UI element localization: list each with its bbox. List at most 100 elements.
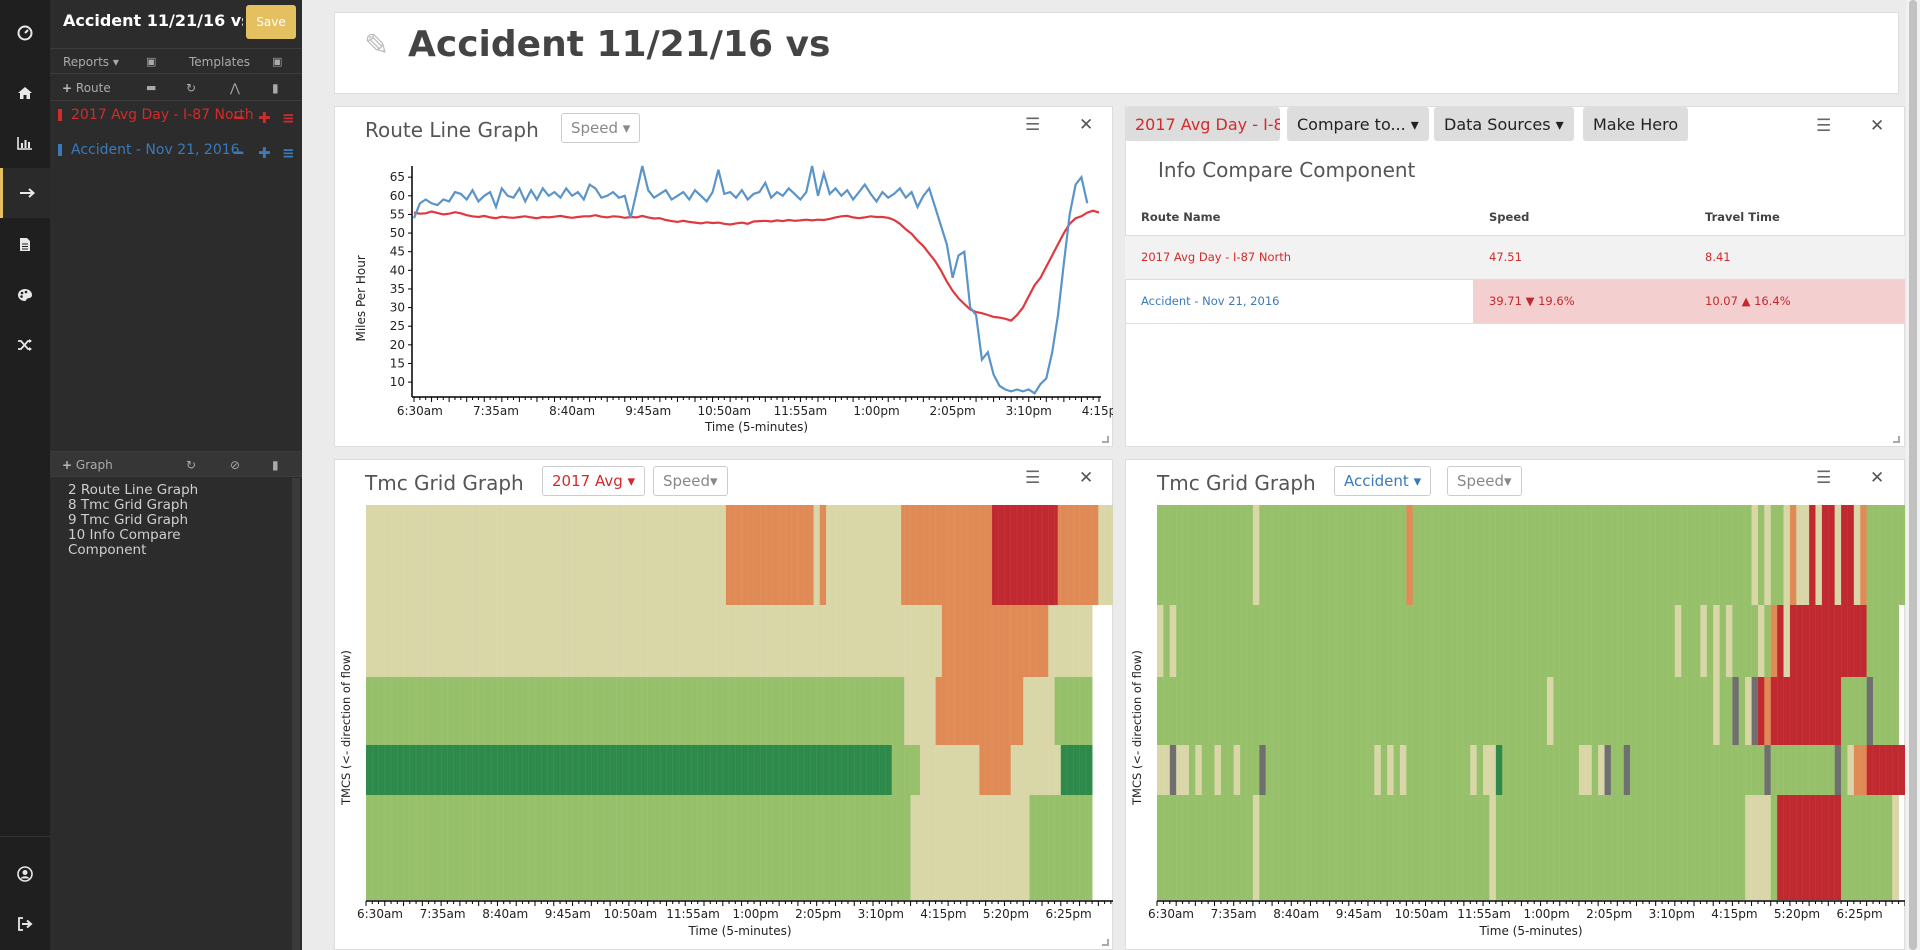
heatmap-cell	[1706, 605, 1714, 677]
panel-menu-icon[interactable]: ☰	[1816, 468, 1831, 488]
templates-menu[interactable]: Templates	[189, 55, 250, 69]
heatmap-cell	[1674, 605, 1682, 677]
save-button[interactable]: Save	[246, 5, 296, 39]
y-axis-label: TMCS (<- direction of flow)	[339, 650, 353, 806]
heatmap-cell	[1023, 677, 1055, 745]
table-row[interactable]: Accident - Nov 21, 2016 39.71 ▼ 19.6% 10…	[1125, 279, 1905, 324]
save-template-icon[interactable]: ▣	[272, 55, 282, 68]
close-icon[interactable]: ✕	[1079, 115, 1093, 135]
sign-out-icon[interactable]	[0, 899, 50, 949]
heatmap-cell	[1770, 795, 1778, 900]
remove-route-icon[interactable]: ━	[234, 144, 243, 162]
y-tick-label: 10	[390, 375, 405, 389]
heatmap-cell	[1834, 745, 1842, 795]
heatmap-cell	[1777, 605, 1784, 677]
x-tick-label: 10:50am	[697, 404, 751, 418]
heatmap-cell	[1623, 745, 1631, 795]
travel-time-cell: 10.07 ▲ 16.4%	[1689, 279, 1905, 324]
page-title[interactable]: Accident 11/21/16 vs AvgDay	[408, 24, 840, 65]
trash-icon[interactable]: ▮	[272, 458, 279, 472]
metric-dropdown[interactable]: Speed▾	[653, 466, 728, 496]
x-axis-label: Time (5-minutes)	[704, 420, 808, 434]
data-sources-dropdown[interactable]: Data Sources ▾	[1434, 107, 1574, 141]
graph-list-item[interactable]: 8 Tmc Grid Graph	[68, 498, 198, 513]
route-dropdown[interactable]: 2017 Avg ▾	[542, 466, 646, 496]
metric-dropdown[interactable]: Speed ▾	[561, 113, 641, 143]
info-compare-title: Info Compare Component	[1158, 158, 1416, 182]
trash-icon[interactable]: ▮	[272, 81, 279, 95]
metric-dropdown[interactable]: Speed▾	[1447, 466, 1522, 496]
palette-icon[interactable]	[0, 270, 50, 320]
reports-menu[interactable]: Reports ▾	[63, 55, 119, 69]
shuffle-icon[interactable]	[0, 320, 50, 370]
route-name[interactable]: Accident - Nov 21, 2016	[71, 142, 240, 158]
eye-slash-icon[interactable]: ⊘	[230, 458, 240, 472]
graph-list-item[interactable]: 2 Route Line Graph	[68, 483, 198, 498]
panel-menu-icon[interactable]: ☰	[1025, 468, 1040, 488]
heatmap-cell	[1751, 505, 1759, 605]
add-route-icon[interactable]: ✚	[258, 109, 271, 127]
route-tab[interactable]: 2017 Avg Day - I-87 North	[1125, 107, 1280, 141]
save-report-icon[interactable]: ▣	[146, 55, 156, 68]
heatmap-cell	[904, 677, 937, 745]
route-menu-icon[interactable]: ≡	[282, 109, 295, 127]
heatmap-cell	[1770, 605, 1778, 677]
x-tick-label: 11:55am	[774, 404, 828, 418]
graph-list-item[interactable]: 10 Info Compare Component	[68, 528, 198, 558]
add-route-icon[interactable]: ✚	[258, 144, 271, 162]
arrow-right-icon[interactable]	[0, 168, 50, 218]
x-tick-label: 6:25pm	[1045, 907, 1091, 921]
close-icon[interactable]: ✕	[1870, 116, 1884, 136]
remove-route-icon[interactable]: ━	[234, 109, 243, 127]
refresh-icon[interactable]: ↻	[186, 81, 196, 95]
route-name-cell: 2017 Avg Day - I-87 North	[1125, 235, 1473, 280]
heatmap-cell	[1546, 677, 1554, 745]
heatmap-cell	[1489, 795, 1497, 900]
heatmap-cell	[1841, 745, 1848, 795]
route-dropdown[interactable]: Accident ▾	[1334, 466, 1432, 496]
refresh-icon[interactable]: ↻	[186, 458, 196, 472]
x-tick-label: 4:15pm	[920, 907, 966, 921]
route-menu-icon[interactable]: ≡	[282, 144, 295, 162]
page-scrollbar[interactable]	[1906, 0, 1920, 950]
scrollbar-thumb[interactable]	[1909, 0, 1917, 950]
route-item[interactable]: 2017 Avg Day - I-87 North ━ ✚ ≡	[58, 107, 298, 127]
resize-handle-icon[interactable]	[1102, 939, 1109, 946]
heatmap-cell	[1169, 605, 1177, 677]
resize-handle-icon[interactable]	[1893, 436, 1900, 443]
route-label: 2017 Avg	[552, 472, 623, 490]
route-name[interactable]: 2017 Avg Day - I-87 North	[71, 107, 254, 123]
x-tick-label: 1:00pm	[732, 907, 778, 921]
add-graph-button[interactable]: + Graph	[62, 458, 113, 472]
panel-menu-icon[interactable]: ☰	[1816, 116, 1831, 136]
y-tick-label: 15	[390, 356, 405, 370]
pencil-icon[interactable]: ✎	[364, 28, 389, 63]
heatmap-cell	[1738, 677, 1746, 745]
user-icon[interactable]	[0, 849, 50, 899]
panel-menu-icon[interactable]: ☰	[1025, 115, 1040, 135]
tmc-grid-title: Tmc Grid Graph	[365, 471, 524, 495]
heatmap-cell	[1757, 505, 1765, 605]
close-icon[interactable]: ✕	[1079, 468, 1093, 488]
route-label: Route	[75, 81, 111, 95]
close-icon[interactable]: ✕	[1870, 468, 1884, 488]
table-row[interactable]: 2017 Avg Day - I-87 North 47.51 8.41	[1125, 235, 1905, 280]
y-tick-label: 30	[390, 301, 405, 315]
bar-chart-icon[interactable]	[0, 118, 50, 168]
road-icon[interactable]: ⋀	[230, 81, 240, 95]
heatmap-cell	[1764, 745, 1772, 795]
table-header: Route Name Speed Travel Time	[1125, 199, 1905, 236]
home-icon[interactable]	[0, 68, 50, 118]
compare-to-dropdown[interactable]: Compare to... ▾	[1287, 107, 1429, 141]
dashboard-icon[interactable]	[0, 8, 50, 58]
file-icon[interactable]	[0, 219, 50, 269]
make-hero-button[interactable]: Make Hero	[1583, 107, 1689, 141]
folder-open-icon[interactable]: ▬	[146, 81, 156, 94]
sidebar-scrollbar[interactable]	[292, 478, 300, 950]
add-route-button[interactable]: + Route	[62, 81, 111, 95]
metric-label: Speed	[663, 472, 711, 490]
x-tick-label: 6:25pm	[1836, 907, 1882, 921]
y-tick-label: 55	[390, 207, 405, 221]
graph-list-item[interactable]: 9 Tmc Grid Graph	[68, 513, 198, 528]
route-item[interactable]: Accident - Nov 21, 2016 ━ ✚ ≡	[58, 142, 298, 162]
